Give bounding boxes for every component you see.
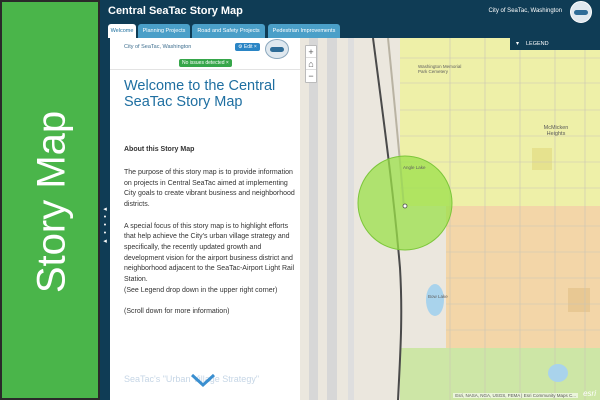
basemap xyxy=(300,38,600,400)
story-map-banner: Story Map xyxy=(0,0,100,400)
close-icon: × xyxy=(252,44,257,50)
story-map-app: Central SeaTac Story Map City of SeaTac,… xyxy=(100,0,600,400)
story-subtitle: About this Story Map xyxy=(124,146,195,153)
tab-bar: Welcome Planning Projects Road and Safet… xyxy=(100,24,600,38)
map-attribution: Esri, NASA, NGA, USGS, FEMA | Esri Commu… xyxy=(453,393,578,398)
zoom-out-button[interactable]: − xyxy=(306,70,316,82)
map-label-washington-memorial: Washington Memorial Park Cemetery xyxy=(418,64,462,74)
map-view[interactable]: McMicken Heights Washington Memorial Par… xyxy=(300,38,600,400)
edit-button-label: Edit xyxy=(243,44,253,50)
issues-badge[interactable]: No issues detected × xyxy=(179,59,232,67)
legend-dropdown[interactable]: ▾ LEGEND xyxy=(510,38,600,50)
tab-road-and-safety-projects[interactable]: Road and Safety Projects xyxy=(192,24,265,38)
tab-pedestrian-improvements[interactable]: Pedestrian Improvements xyxy=(268,24,340,38)
story-title: Welcome to the Central SeaTac Story Map xyxy=(124,78,276,110)
home-icon[interactable]: ⌂ xyxy=(306,58,316,70)
legend-label: LEGEND xyxy=(526,41,549,47)
panel-collapse-handle[interactable]: ◂ • • • ◂ xyxy=(100,38,110,400)
chevron-down-icon: ▾ xyxy=(516,41,520,47)
tab-welcome[interactable]: Welcome xyxy=(108,24,136,38)
story-paragraph: (Scroll down for more information) xyxy=(124,308,230,316)
map-label-angle-lake: Angle Lake xyxy=(403,165,426,170)
app-title: Central SeaTac Story Map xyxy=(108,5,243,17)
issues-badge-label: No issues detected xyxy=(182,60,225,66)
app-header: Central SeaTac Story Map City of SeaTac,… xyxy=(100,0,600,24)
chevron-left-icon[interactable]: ◂ • • • ◂ xyxy=(102,206,108,246)
map-label-mcmicken: McMicken Heights xyxy=(543,125,569,137)
panel-header: City of SeaTac, Washington ⚙ Edit × No i… xyxy=(110,38,300,70)
story-paragraph: A special focus of this story map is to … xyxy=(124,222,295,284)
story-paragraph: (See Legend drop down in the upper right… xyxy=(124,286,278,294)
esri-logo: esri xyxy=(583,389,596,398)
map-label-bow-lake: Bow Lake xyxy=(428,294,448,299)
zoom-in-button[interactable]: + xyxy=(306,46,316,58)
panel-city-logo xyxy=(265,39,289,59)
chevron-down-icon[interactable] xyxy=(188,370,218,390)
banner-text: Story Map xyxy=(29,110,74,294)
story-body: The purpose of this story map is to prov… xyxy=(124,168,296,329)
story-paragraph: The purpose of this story map is to prov… xyxy=(124,169,295,209)
close-icon: × xyxy=(224,60,229,66)
zoom-controls: + ⌂ − xyxy=(305,45,317,83)
city-logo[interactable] xyxy=(570,1,592,23)
content-area: ◂ • • • ◂ City of SeaTac, Washington ⚙ Edit … xyxy=(100,38,600,400)
edit-button[interactable]: ⚙ Edit × xyxy=(235,43,260,51)
tab-planning-projects[interactable]: Planning Projects xyxy=(138,24,190,38)
city-label: City of SeaTac, Washington xyxy=(488,8,562,14)
story-panel[interactable]: City of SeaTac, Washington ⚙ Edit × No i… xyxy=(110,38,300,400)
panel-city-label: City of SeaTac, Washington xyxy=(124,44,192,50)
